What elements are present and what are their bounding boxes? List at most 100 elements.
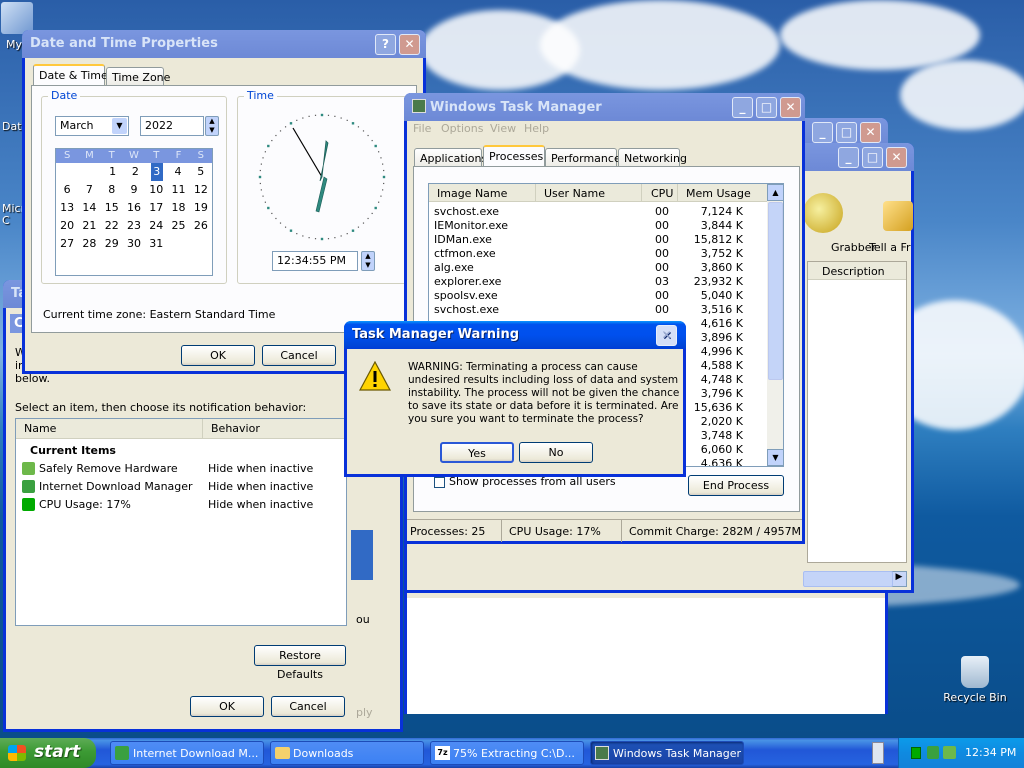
list-item[interactable]: CPU Usage: 17% Hide when inactive <box>20 497 340 513</box>
minimize-button[interactable]: _ <box>838 147 859 168</box>
tab-time-zone[interactable]: Time Zone <box>106 67 170 86</box>
calendar-day[interactable]: 14 <box>78 199 100 217</box>
clock[interactable]: 12:34 PM <box>965 746 1016 759</box>
calendar-day[interactable]: 21 <box>78 217 100 235</box>
process-row[interactable]: IDMan.exe 00 15,812 K <box>429 232 767 246</box>
list-item[interactable]: Safely Remove Hardware Hide when inactive <box>20 461 340 477</box>
calendar-day[interactable]: 18 <box>167 199 189 217</box>
process-row[interactable]: IEMonitor.exe 00 3,844 K <box>429 218 767 232</box>
calendar-day[interactable]: 11 <box>167 181 189 199</box>
item-behavior[interactable]: Hide when inactive <box>208 498 313 511</box>
maximize-button[interactable]: □ <box>756 97 777 118</box>
notification-list[interactable]: Name Behavior Current Items Safely Remov… <box>15 418 347 626</box>
calendar-day[interactable]: 12 <box>190 181 212 199</box>
calendar-day[interactable]: 23 <box>123 217 145 235</box>
yes-button[interactable]: Yes <box>440 442 514 463</box>
year-spinner[interactable]: 2022 <box>140 116 204 136</box>
process-row[interactable]: ctfmon.exe 00 3,752 K <box>429 246 767 260</box>
tell-a-friend-label[interactable]: Tell a Frie <box>869 241 911 254</box>
scroll-thumb[interactable] <box>803 571 893 587</box>
close-button[interactable]: ✕ <box>780 97 801 118</box>
task-manager-titlebar[interactable]: Windows Task Manager _ □ ✕ <box>404 93 805 121</box>
scroll-right-arrow[interactable]: ▶ <box>891 571 907 587</box>
scroll-thumb[interactable] <box>768 202 783 380</box>
end-process-button[interactable]: End Process <box>688 475 784 496</box>
year-stepper[interactable]: ▲ ▼ <box>205 116 219 136</box>
scroll-up-arrow[interactable]: ▲ <box>767 184 783 201</box>
close-button[interactable]: ✕ <box>399 34 420 55</box>
process-row[interactable]: svchost.exe 00 3,516 K <box>429 302 767 316</box>
ok-button[interactable]: OK <box>190 696 264 717</box>
calendar-day[interactable]: 19 <box>190 199 212 217</box>
description-list[interactable]: Description <box>807 261 907 563</box>
col-behavior[interactable]: Behavior <box>202 419 322 439</box>
calendar-day[interactable]: 7 <box>78 181 100 199</box>
restore-defaults-button[interactable]: Restore Defaults <box>254 645 346 681</box>
process-row[interactable]: explorer.exe 03 23,932 K <box>429 274 767 288</box>
process-row[interactable]: spoolsv.exe 00 5,040 K <box>429 288 767 302</box>
close-button[interactable]: ✕ <box>656 325 677 346</box>
calendar-days[interactable]: 1 2 3 4 5 6 7 8 9 10 11 12 13 14 15 16 17 18 19 20 21 22 23 24 2… <box>56 163 212 253</box>
datetime-titlebar[interactable]: Date and Time Properties ? ✕ <box>22 30 426 58</box>
calendar-day[interactable]: 4 <box>167 163 190 181</box>
col-mem-usage[interactable]: Mem Usage <box>677 184 767 202</box>
calendar-day[interactable]: 1 <box>101 163 124 181</box>
calendar-day[interactable]: 24 <box>145 217 167 235</box>
tray-expand[interactable] <box>872 742 884 764</box>
maximize-button[interactable]: □ <box>836 122 857 143</box>
time-stepper[interactable]: ▲ ▼ <box>361 251 375 271</box>
show-all-checkbox[interactable] <box>434 477 445 488</box>
month-select[interactable]: March ▼ <box>55 116 129 136</box>
taskbar-item-7zip[interactable]: 7z 75% Extracting C:\D... <box>430 741 584 765</box>
calendar-day[interactable]: 5 <box>189 163 212 181</box>
item-behavior[interactable]: Hide when inactive <box>208 462 313 475</box>
tell-a-friend-icon[interactable] <box>883 201 913 231</box>
start-button[interactable]: start <box>0 738 96 768</box>
calendar-day[interactable]: 3 <box>150 163 163 181</box>
calendar[interactable]: SMTWTFS 1 2 3 4 5 6 7 8 9 10 11 12 13 14 15 16 17 18 19 20 2… <box>55 148 213 276</box>
calendar-day[interactable]: 10 <box>145 181 167 199</box>
minimize-button[interactable]: _ <box>732 97 753 118</box>
calendar-day[interactable]: 30 <box>123 235 145 253</box>
grabber-icon[interactable] <box>803 193 843 233</box>
process-row[interactable]: alg.exe 00 3,860 K <box>429 260 767 274</box>
calendar-day[interactable]: 26 <box>190 217 212 235</box>
safely-remove-icon[interactable] <box>943 746 956 759</box>
col-user-name[interactable]: User Name <box>535 184 641 202</box>
calendar-day[interactable]: 2 <box>124 163 147 181</box>
taskbar-item-task-manager[interactable]: Windows Task Manager <box>590 741 744 765</box>
time-field[interactable]: 12:34:55 PM <box>272 251 358 271</box>
scroll-down-arrow[interactable]: ▼ <box>767 449 783 466</box>
menu-options[interactable]: Options <box>441 122 483 135</box>
menu-help[interactable]: Help <box>524 122 549 135</box>
calendar-day[interactable]: 16 <box>123 199 145 217</box>
calendar-day[interactable]: 6 <box>56 181 78 199</box>
idm-tray-icon[interactable] <box>927 746 939 759</box>
recycle-bin[interactable]: Recycle Bin <box>938 656 1012 704</box>
calendar-day[interactable]: 13 <box>56 199 78 217</box>
calendar-day[interactable]: 20 <box>56 217 78 235</box>
horizontal-scrollbar[interactable]: ▶ <box>803 571 907 587</box>
process-row[interactable]: svchost.exe 00 7,124 K <box>429 204 767 218</box>
cancel-button[interactable]: Cancel <box>271 696 345 717</box>
item-behavior[interactable]: Hide when inactive <box>208 480 313 493</box>
chevron-down-icon[interactable]: ▼ <box>112 118 127 134</box>
calendar-day[interactable]: 28 <box>78 235 100 253</box>
col-cpu[interactable]: CPU <box>641 184 677 202</box>
taskbar-item-idm[interactable]: Internet Download M... <box>110 741 264 765</box>
tab-networking[interactable]: Networking <box>618 148 687 167</box>
col-name[interactable]: Name <box>24 422 56 435</box>
calendar-day[interactable]: 25 <box>167 217 189 235</box>
list-item[interactable]: Internet Download Manager Hide when inact… <box>20 479 340 495</box>
calendar-day[interactable]: 31 <box>145 235 167 253</box>
calendar-day[interactable]: 29 <box>101 235 123 253</box>
maximize-button[interactable]: □ <box>862 147 883 168</box>
col-image-name[interactable]: Image Name <box>437 187 507 200</box>
ok-button[interactable]: OK <box>181 345 255 366</box>
menu-file[interactable]: File <box>413 122 431 135</box>
menu-view[interactable]: View <box>490 122 516 135</box>
tab-date-time[interactable]: Date & Time <box>33 64 108 85</box>
description-header[interactable]: Description <box>808 262 906 280</box>
calendar-day[interactable]: 8 <box>101 181 123 199</box>
calendar-day[interactable]: 27 <box>56 235 78 253</box>
